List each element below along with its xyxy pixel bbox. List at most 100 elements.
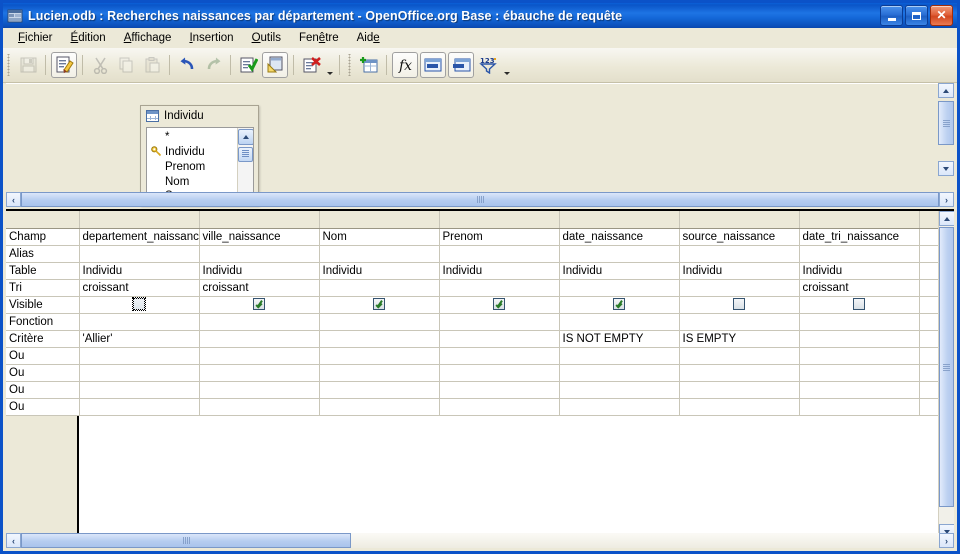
save-icon[interactable] [16, 53, 40, 77]
grid-hscroll-thumb[interactable] [21, 533, 351, 548]
grid-vscroll-thumb[interactable] [939, 227, 954, 507]
cell-tri-2[interactable]: croissant [199, 279, 320, 297]
cell-visible-8[interactable] [919, 296, 939, 314]
visible-checkbox-1[interactable] [132, 297, 146, 312]
cell-table-1[interactable]: Individu [79, 262, 200, 280]
cell-ou4-1[interactable] [79, 398, 200, 416]
cell-table-5[interactable]: Individu [559, 262, 680, 280]
cell-ou2-8[interactable] [919, 364, 939, 382]
design-vscroll-thumb[interactable] [938, 101, 954, 145]
cell-alias-3[interactable] [319, 245, 440, 263]
cell-fonction-6[interactable] [679, 313, 800, 331]
cell-alias-1[interactable] [79, 245, 200, 263]
column-header[interactable] [799, 211, 920, 229]
table-name-icon[interactable] [420, 52, 446, 78]
distinct-values-icon[interactable]: 123 [476, 53, 500, 77]
scroll-right-icon[interactable]: › [939, 533, 954, 548]
cell-visible-2[interactable] [199, 296, 320, 314]
menu-aide[interactable]: Aide [348, 30, 389, 46]
functions-icon[interactable]: fx [392, 52, 418, 78]
cell-visible-6[interactable] [679, 296, 800, 314]
title-bar[interactable]: Lucien.odb : Recherches naissances par d… [3, 3, 957, 28]
grid-column-header-row[interactable] [6, 211, 939, 229]
cell-ou3-8[interactable] [919, 381, 939, 399]
alias-name-icon[interactable] [448, 52, 474, 78]
cell-fonction-3[interactable] [319, 313, 440, 331]
maximize-button[interactable] [905, 5, 928, 26]
add-table-icon[interactable] [357, 53, 381, 77]
cell-critere-7[interactable] [799, 330, 920, 348]
cell-fonction-8[interactable] [919, 313, 939, 331]
cell-alias-8[interactable] [919, 245, 939, 263]
menu-affichage[interactable]: Affichage [115, 30, 181, 46]
cell-ou1-2[interactable] [199, 347, 320, 365]
undo-icon[interactable] [175, 53, 199, 77]
cell-champ-2[interactable]: ville_naissance [199, 228, 320, 246]
toolbar-overflow-icon[interactable] [324, 51, 335, 79]
copy-icon[interactable] [114, 53, 138, 77]
cell-ou4-2[interactable] [199, 398, 320, 416]
cell-ou3-3[interactable] [319, 381, 440, 399]
cell-ou4-4[interactable] [439, 398, 560, 416]
cell-alias-4[interactable] [439, 245, 560, 263]
visible-checkbox-6[interactable] [733, 298, 745, 311]
cell-tri-4[interactable] [439, 279, 560, 297]
redo-icon[interactable] [201, 53, 225, 77]
scroll-up-icon[interactable] [939, 211, 954, 226]
visible-checkbox-7[interactable] [853, 298, 865, 311]
cell-visible-1[interactable] [79, 296, 200, 314]
cell-ou1-6[interactable] [679, 347, 800, 365]
cell-ou2-5[interactable] [559, 364, 680, 382]
cell-ou1-1[interactable] [79, 347, 200, 365]
cell-fonction-2[interactable] [199, 313, 320, 331]
design-pane-hscrollbar[interactable]: ‹ › [6, 192, 954, 207]
cell-ou4-8[interactable] [919, 398, 939, 416]
menu-fichier[interactable]: Fichier [9, 30, 62, 46]
cell-ou4-7[interactable] [799, 398, 920, 416]
cut-icon[interactable] [88, 53, 112, 77]
list-item[interactable]: Prenom [149, 159, 237, 174]
cell-ou2-6[interactable] [679, 364, 800, 382]
scroll-down-icon[interactable] [938, 161, 954, 176]
toolbar-grip[interactable] [7, 54, 11, 76]
cell-champ-5[interactable]: date_naissance [559, 228, 680, 246]
column-header[interactable] [559, 211, 680, 229]
cell-visible-4[interactable] [439, 296, 560, 314]
scroll-right-icon[interactable]: › [939, 192, 954, 207]
list-item[interactable]: Nom [149, 174, 237, 189]
cell-ou3-4[interactable] [439, 381, 560, 399]
paste-icon[interactable] [140, 53, 164, 77]
visible-checkbox-2[interactable] [253, 298, 265, 311]
cell-tri-5[interactable] [559, 279, 680, 297]
grid-hscrollbar[interactable]: ‹ › [6, 533, 954, 548]
visible-checkbox-4[interactable] [493, 298, 505, 311]
column-header[interactable] [319, 211, 440, 229]
minimize-button[interactable] [880, 5, 903, 26]
cell-visible-5[interactable] [559, 296, 680, 314]
scroll-left-icon[interactable]: ‹ [6, 192, 21, 207]
cell-alias-2[interactable] [199, 245, 320, 263]
cell-critere-4[interactable] [439, 330, 560, 348]
menu-insertion[interactable]: Insertion [180, 30, 242, 46]
cell-fonction-4[interactable] [439, 313, 560, 331]
cell-ou3-7[interactable] [799, 381, 920, 399]
cell-table-7[interactable]: Individu [799, 262, 920, 280]
table-window-individu[interactable]: Individu * Individu Prenom Nom [140, 105, 259, 207]
cell-tri-1[interactable]: croissant [79, 279, 200, 297]
cell-visible-3[interactable] [319, 296, 440, 314]
cell-champ-7[interactable]: date_tri_naissance [799, 228, 920, 246]
edit-mode-icon[interactable] [51, 52, 77, 78]
cell-critere-3[interactable] [319, 330, 440, 348]
cell-critere-5[interactable]: IS NOT EMPTY [559, 330, 680, 348]
cell-ou1-7[interactable] [799, 347, 920, 365]
visible-checkbox-3[interactable] [373, 298, 385, 311]
cell-ou4-5[interactable] [559, 398, 680, 416]
cell-champ-1[interactable]: departement_naissance [79, 228, 200, 246]
column-header[interactable] [199, 211, 320, 229]
column-header[interactable] [439, 211, 560, 229]
cell-tri-3[interactable] [319, 279, 440, 297]
hscroll-track[interactable] [21, 192, 939, 207]
list-item[interactable]: Individu [149, 144, 237, 159]
cell-ou1-5[interactable] [559, 347, 680, 365]
switch-design-view-icon[interactable] [262, 52, 288, 78]
